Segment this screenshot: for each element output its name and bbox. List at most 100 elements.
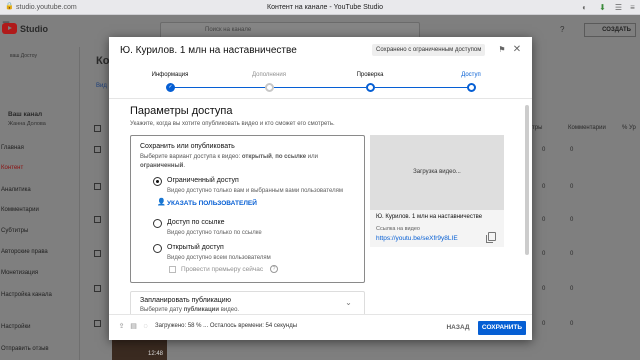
- unlisted-radio[interactable]: [153, 219, 162, 228]
- table-cell: 0: [570, 286, 574, 292]
- table-cell: 0: [542, 184, 546, 190]
- step-connector: [274, 87, 366, 88]
- sidebar-item-analytics[interactable]: Аналитика: [0, 182, 80, 198]
- unlisted-option-desc: Видео доступно только по ссылке: [167, 230, 262, 236]
- sidebar-item-subtitles[interactable]: Субтитры: [0, 223, 80, 239]
- saved-status-badge: Сохранено с ограниченным доступом: [372, 44, 486, 56]
- select-all-checkbox[interactable]: [94, 125, 101, 132]
- row-checkbox[interactable]: [94, 250, 101, 257]
- public-option-label[interactable]: Открытый доступ: [167, 244, 224, 251]
- step-checks-label[interactable]: Проверка: [335, 72, 405, 78]
- row-checkbox[interactable]: [94, 320, 101, 327]
- hd-icon: ▤: [130, 323, 137, 330]
- step-details-check-icon[interactable]: [166, 83, 175, 92]
- video-link-label: Ссылка на видео: [376, 226, 420, 232]
- menu-icon[interactable]: ☰: [614, 3, 623, 12]
- copy-icon[interactable]: [486, 232, 496, 243]
- row-checkbox[interactable]: [94, 146, 101, 153]
- video-link[interactable]: https://youtu.be/seXfr9y8LIE: [376, 235, 458, 242]
- table-cell: 0: [570, 217, 574, 223]
- checks-icon: ◌: [143, 323, 148, 330]
- table-cell: 0: [570, 321, 574, 327]
- table-cell: 0: [542, 251, 546, 257]
- sidebar-item-customization[interactable]: Настройка канала: [0, 287, 80, 303]
- private-radio[interactable]: [153, 177, 162, 186]
- column-views[interactable]: тры: [532, 125, 542, 131]
- dialog-footer: ⇪ ▤ ◌ Загружено: 58 % ... Осталось време…: [109, 314, 532, 340]
- browser-titlebar: 🔒 studio.youtube.com Контент на канале -…: [0, 0, 640, 15]
- save-button[interactable]: СОХРАНИТЬ: [478, 321, 526, 335]
- sidebar-item-settings[interactable]: Настройки: [0, 319, 80, 335]
- step-connector: [375, 87, 468, 88]
- step-connector: [174, 87, 266, 88]
- add-people-icon[interactable]: 👤: [157, 199, 166, 207]
- youtube-logo-icon[interactable]: [2, 23, 17, 34]
- chevron-down-icon[interactable]: ⌄: [344, 298, 353, 307]
- row-checkbox[interactable]: [94, 183, 101, 190]
- dialog-header: Ю. Курилов. 1 млн на наставничестве Сохр…: [109, 37, 532, 65]
- dialog-title: Ю. Курилов. 1 млн на наставничестве: [120, 45, 297, 56]
- sidebar-item-monetization[interactable]: Монетизация: [0, 265, 80, 281]
- upload-stepper: Информация Дополнения Проверка Доступ: [109, 65, 532, 99]
- row-checkbox[interactable]: [94, 216, 101, 223]
- studio-logo-text: Studio: [20, 24, 48, 34]
- private-option-desc: Видео доступно только вам и выбранным ва…: [167, 188, 343, 194]
- table-cell: 0: [542, 286, 546, 292]
- channel-name: Жанна Долова: [8, 121, 46, 127]
- premiere-checkbox[interactable]: [169, 266, 176, 273]
- help-icon[interactable]: ?: [270, 265, 278, 273]
- extension-icon[interactable]: ◐: [580, 3, 589, 12]
- save-publish-description: Выберите вариант доступа к видео: открыт…: [140, 154, 318, 169]
- upload-icon: ⇪: [118, 323, 125, 330]
- video-preview-thumbnail: Загрузка видео...: [370, 135, 504, 210]
- table-cell: 0: [542, 321, 546, 327]
- step-visibility-label[interactable]: Доступ: [436, 72, 506, 78]
- step-visibility-dot[interactable]: [467, 83, 476, 92]
- address-bar[interactable]: studio.youtube.com: [16, 2, 77, 13]
- tab-videos[interactable]: Вид: [96, 83, 107, 89]
- step-elements-label[interactable]: Дополнения: [234, 72, 304, 78]
- visibility-panel: Параметры доступа Укажите, когда вы хоти…: [109, 100, 532, 321]
- row-checkbox[interactable]: [94, 285, 101, 292]
- video-duration: 12:48: [147, 351, 163, 357]
- sidebar-item-home[interactable]: Главная: [0, 140, 80, 156]
- step-elements-dot[interactable]: [265, 83, 274, 92]
- share-privately-link[interactable]: УКАЗАТЬ ПОЛЬЗОВАТЕЛЕЙ: [167, 200, 257, 207]
- step-checks-dot[interactable]: [366, 83, 375, 92]
- video-thumbnail[interactable]: 12:48: [112, 340, 167, 360]
- public-option-desc: Видео доступно всем пользователям: [167, 255, 271, 261]
- table-cell: 0: [570, 147, 574, 153]
- private-option-label[interactable]: Ограниченный доступ: [167, 177, 239, 184]
- public-radio[interactable]: [153, 244, 162, 253]
- upload-progress-text: Загружено: 58 % ... Осталось времени: 54…: [155, 323, 298, 329]
- create-button[interactable]: СОЗДАТЬ: [584, 23, 636, 37]
- browser-menu-icon[interactable]: ≡: [628, 3, 637, 12]
- sidebar-item-content[interactable]: Контент: [0, 160, 80, 176]
- visibility-heading: Параметры доступа: [130, 105, 233, 117]
- channel-caption: Ваш канал: [8, 111, 43, 118]
- schedule-description: Выберите дату публикации видео.: [140, 307, 240, 313]
- help-circle-icon[interactable]: ?: [560, 25, 564, 34]
- download-icon[interactable]: ⬇: [598, 3, 607, 12]
- column-likes[interactable]: % Ур: [622, 125, 636, 131]
- sidebar-item-copyright[interactable]: Авторские права: [0, 244, 80, 260]
- preview-video-title: Ю. Курилов. 1 млн на наставничестве: [376, 214, 483, 220]
- page-title: Ко: [96, 55, 110, 67]
- feedback-flag-icon[interactable]: ⚑: [497, 45, 507, 55]
- table-cell: 0: [542, 147, 546, 153]
- upload-dialog: Ю. Курилов. 1 млн на наставничестве Сохр…: [109, 37, 532, 340]
- column-comments[interactable]: Комментарии: [568, 125, 606, 131]
- step-details-label[interactable]: Информация: [135, 72, 205, 78]
- scrollbar-thumb[interactable]: [525, 105, 529, 255]
- avatar-caption: ваш Достоу: [10, 53, 37, 59]
- lock-icon: 🔒: [5, 3, 14, 10]
- sidebar-item-feedback[interactable]: Отправить отзыв: [0, 341, 80, 357]
- table-cell: 0: [542, 217, 546, 223]
- sidebar-item-comments[interactable]: Комментарии: [0, 202, 80, 218]
- back-button[interactable]: НАЗАД: [444, 321, 472, 335]
- unlisted-option-label[interactable]: Доступ по ссылке: [167, 219, 225, 226]
- premiere-label[interactable]: Провести премьеру сейчас: [181, 266, 263, 273]
- table-cell: 0: [570, 251, 574, 257]
- sidebar: ваш Достоу Ваш канал Жанна Долова Главна…: [0, 47, 80, 360]
- close-icon[interactable]: ✕: [511, 44, 523, 56]
